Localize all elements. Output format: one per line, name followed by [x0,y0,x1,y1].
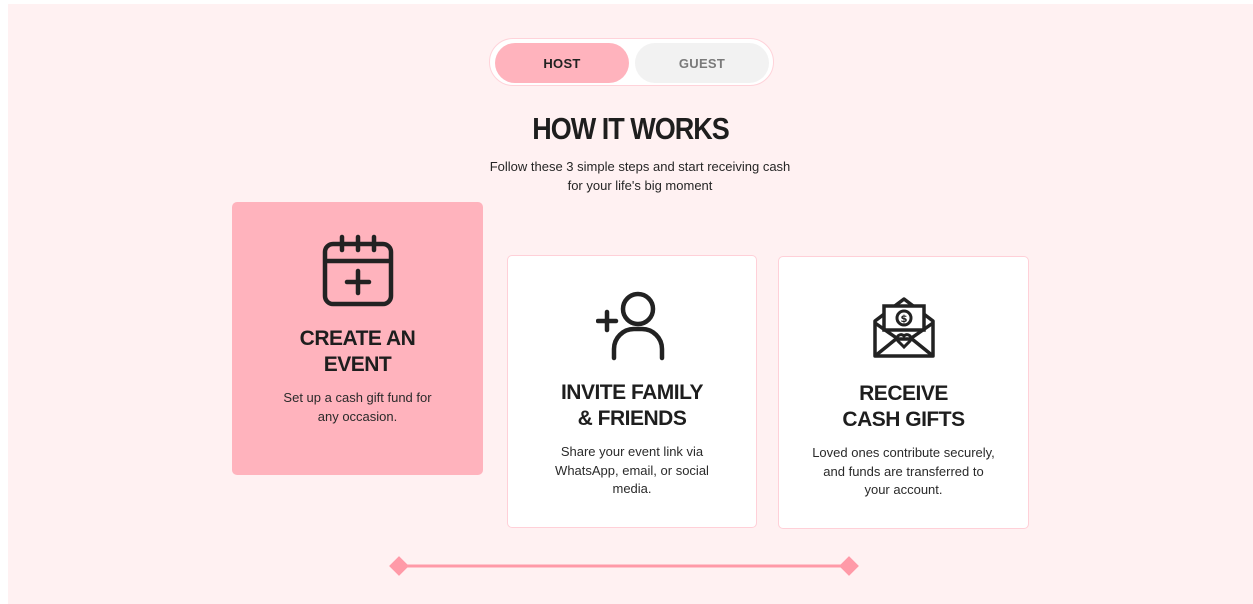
step-title: CREATE AN EVENT [299,327,416,376]
calendar-plus-icon [322,234,393,307]
guest-tab[interactable]: GUEST [635,43,769,83]
step-description: Share your event link via WhatsApp, emai… [555,444,709,496]
step-card-receive[interactable]: $ RECEIVE CASH GIFTS Loved ones contribu… [778,256,1029,529]
slider-end-handle[interactable] [839,556,859,576]
add-user-icon [596,291,665,361]
section-subtitle: Follow these 3 simple steps and start re… [489,159,791,193]
step-card-invite[interactable]: INVITE FAMILY & FRIENDS Share your event… [507,255,757,528]
step-description: Set up a cash gift fund for any occasion… [283,390,432,424]
step-title: RECEIVE CASH GIFTS [842,382,965,431]
step-progress-slider[interactable] [388,555,860,577]
money-envelope-icon: $ [872,297,935,358]
section-title: HOW IT WORKS [532,112,729,146]
step-title: INVITE FAMILY & FRIENDS [560,381,704,430]
host-tab[interactable]: HOST [495,43,629,83]
host-guest-toggle: HOST GUEST [489,38,774,86]
svg-text:$: $ [900,314,907,325]
step-description: Loved ones contribute securely, and fund… [812,445,995,497]
how-it-works-section: HOST GUEST HOW IT WORKS Follow these 3 s… [8,4,1253,604]
slider-start-handle[interactable] [389,556,409,576]
step-card-create-event[interactable]: CREATE AN EVENT Set up a cash gift fund … [232,202,483,475]
